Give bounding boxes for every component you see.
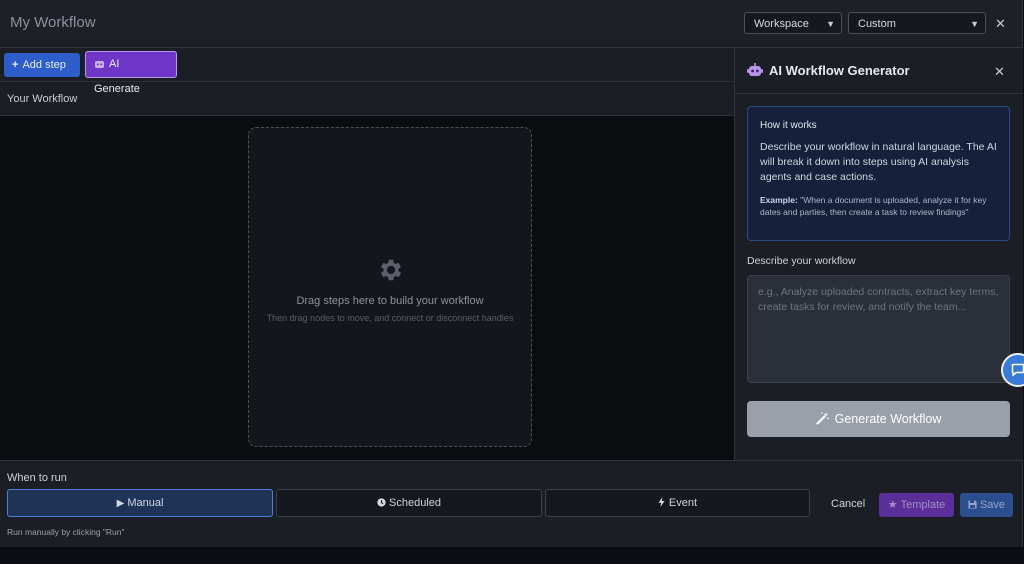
drop-zone[interactable]: Drag steps here to build your workflow T…	[248, 127, 532, 447]
plus-icon: +	[12, 59, 19, 71]
magic-wand-icon	[816, 412, 829, 425]
info-heading: How it works	[760, 120, 817, 131]
toolbar: + Add step AI Generate	[0, 48, 734, 95]
custom-select[interactable]: Custom ▼	[848, 12, 986, 34]
chevron-down-icon: ▼	[970, 19, 979, 29]
close-modal-icon[interactable]: ✕	[995, 16, 1006, 32]
robot-icon	[95, 61, 104, 68]
describe-label: Describe your workflow	[747, 255, 856, 267]
close-panel-icon[interactable]: ✕	[994, 64, 1005, 80]
workspace-select-value: Workspace	[754, 18, 809, 30]
save-label: Save	[979, 499, 1006, 511]
trigger-scheduled-button[interactable]: Scheduled	[276, 489, 542, 517]
cancel-button[interactable]: Cancel	[831, 498, 865, 510]
workflow-modal: My Workflow Workspace ▼ Custom ▼ ✕ + Add …	[0, 0, 1023, 547]
drop-zone-hint: Then drag nodes to move, and connect or …	[266, 313, 514, 323]
gear-icon	[380, 259, 402, 281]
page-title: My Workflow	[10, 14, 96, 31]
custom-select-value: Custom	[858, 18, 896, 30]
robot-icon	[747, 63, 763, 76]
how-it-works-card: How it works Describe your workflow in n…	[747, 106, 1010, 241]
describe-workflow-input[interactable]: e.g., Analyze uploaded contracts, extrac…	[747, 275, 1010, 383]
trigger-hint: Run manually by clicking "Run"	[7, 527, 125, 537]
describe-placeholder: e.g., Analyze uploaded contracts, extrac…	[758, 286, 999, 313]
chevron-down-icon: ▼	[826, 19, 835, 29]
panel-title: AI Workflow Generator	[769, 63, 910, 78]
section-label: Your Workflow	[7, 93, 78, 105]
generate-workflow-label: Generate Workflow	[834, 412, 942, 426]
ai-generate-button[interactable]: AI Generate	[85, 51, 177, 95]
panel-header: AI Workflow Generator ✕	[735, 48, 1023, 94]
floppy-disk-icon	[968, 500, 977, 509]
generate-workflow-button[interactable]: Generate Workflow	[747, 401, 1010, 437]
trigger-scheduled-label: Scheduled	[389, 497, 441, 509]
info-example: Example: "When a document is uploaded, a…	[760, 194, 997, 218]
play-icon: ▶	[116, 498, 125, 509]
template-label: Template	[900, 499, 946, 511]
drop-zone-title: Drag steps here to build your workflow	[296, 295, 484, 307]
example-label: Example:	[760, 195, 798, 205]
save-button[interactable]: Save	[960, 493, 1013, 517]
clock-icon	[377, 498, 386, 507]
lightning-icon	[658, 497, 665, 507]
info-text: Describe your workflow in natural langua…	[760, 141, 997, 183]
trigger-manual-label: Manual	[127, 497, 164, 509]
trigger-event-label: Event	[668, 497, 698, 509]
add-step-label: Add step	[22, 59, 66, 71]
workspace-select[interactable]: Workspace ▼	[744, 12, 842, 34]
ai-generator-panel: AI Workflow Generator ✕ How it works Des…	[734, 48, 1023, 460]
trigger-manual-button[interactable]: ▶ Manual	[7, 489, 273, 517]
footer: When to run ▶ Manual Scheduled Event Run …	[0, 460, 1022, 547]
modal-header: My Workflow Workspace ▼ Custom ▼ ✕	[0, 0, 1022, 48]
chat-bubble-icon	[1011, 363, 1024, 377]
template-button[interactable]: ★ Template	[879, 493, 954, 517]
trigger-event-button[interactable]: Event	[545, 489, 810, 517]
add-step-button[interactable]: + Add step	[4, 53, 80, 77]
star-icon: ★	[887, 499, 898, 511]
when-to-run-label: When to run	[7, 472, 67, 484]
